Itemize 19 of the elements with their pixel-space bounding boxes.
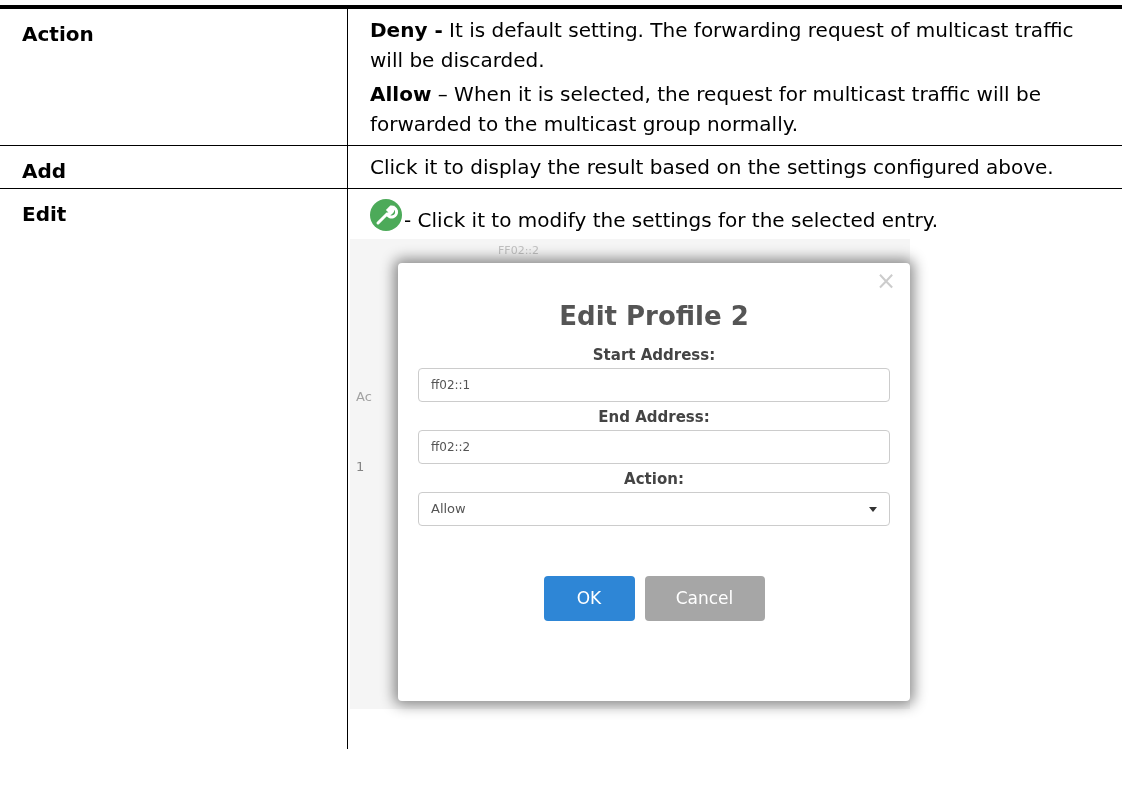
description-text: - Click it to modify the settings for the selected entry. — [404, 209, 939, 231]
row-label: Action — [0, 9, 348, 145]
field-label: Start Address: — [591, 345, 717, 366]
dialog-title: Edit Profile 2 — [558, 300, 750, 333]
address-input[interactable]: ff02::1 — [418, 368, 890, 402]
row-label: Edit — [0, 189, 348, 749]
ok-button[interactable]: OK — [543, 576, 635, 621]
description-text: Deny - It is default setting. The forwarding request of multicast traffic will be discarded. — [370, 17, 1075, 74]
action-select[interactable]: Allow — [418, 492, 890, 526]
caret-icon — [869, 506, 877, 512]
description-text: Click it to display the result based on the settings configured above. — [370, 154, 1055, 181]
address-input[interactable]: ff02::2 — [418, 430, 890, 464]
background-text: 1 — [356, 458, 365, 476]
wrench-icon[interactable] — [370, 199, 402, 231]
field-label: Action: — [623, 469, 685, 490]
description-text: Allow – When it is selected, the request for multicast traffic will be forwarded to the multicast group normally. — [370, 81, 1042, 138]
background-text: Ac — [356, 388, 372, 406]
field-label: End Address: — [597, 407, 711, 428]
row-label: Add — [0, 146, 348, 188]
